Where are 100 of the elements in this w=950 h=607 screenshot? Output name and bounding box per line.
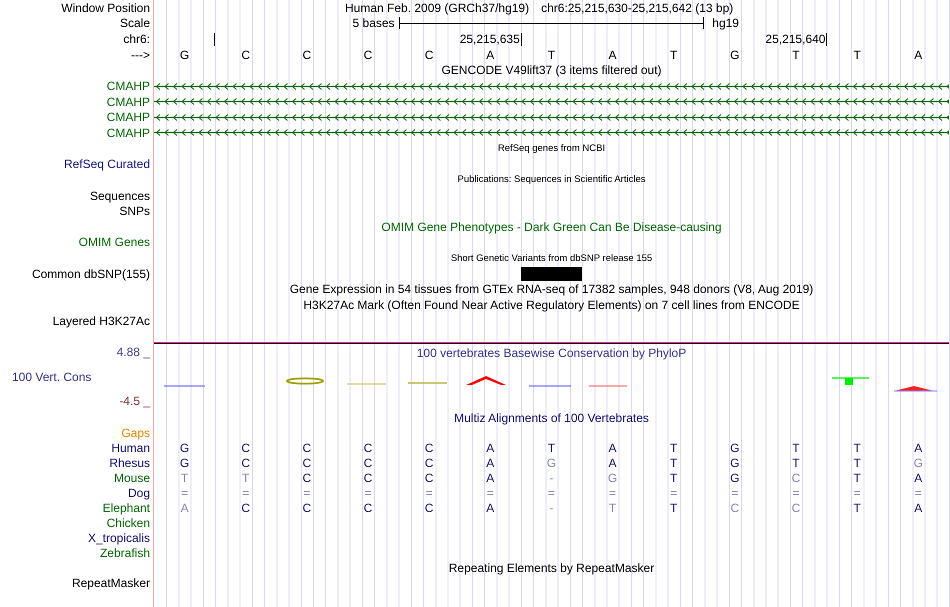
aligned-base: G [729, 470, 740, 485]
assembly-label: hg19 [711, 16, 740, 30]
track-title: GENCODE V49lift37 (3 items filtered out) [441, 63, 662, 78]
aligned-base: T [852, 470, 862, 485]
aligned-base: T [669, 440, 678, 455]
aligned-base: C [424, 440, 434, 455]
track-label: Dog [128, 486, 150, 500]
base-letter: G [729, 48, 740, 62]
track-label: Rhesus [109, 456, 150, 470]
track-title: 100 vertebrates Basewise Conservation by PhyloP [416, 346, 686, 360]
base-letter: C [302, 48, 312, 62]
tick-mark [214, 32, 216, 46]
track-label: SNPs [119, 204, 150, 218]
aligned-base: T [852, 440, 862, 455]
aligned-base: A [608, 456, 618, 470]
aligned-base: = [363, 486, 372, 500]
track-label: chr6: [123, 32, 150, 46]
aligned-base: = [180, 486, 190, 500]
aligned-base: C [424, 470, 434, 485]
aligned-base: G [912, 456, 924, 470]
aligned-base: G [546, 456, 558, 470]
coordinate-label: 25,215,635 [460, 32, 520, 46]
base-letter: T [791, 48, 801, 62]
base-letter: C [424, 48, 434, 62]
tick-mark [520, 32, 521, 46]
axis-min-label: -4.5 _ [119, 394, 150, 408]
track-label: Sequences [90, 188, 150, 202]
aligned-base: C [790, 500, 802, 515]
aligned-base: C [302, 456, 312, 470]
aligned-base: C [790, 470, 802, 485]
aligned-base: T [608, 500, 618, 515]
base-letter: A [485, 48, 496, 62]
track-title: Repeating Elements by RepeatMasker [448, 560, 654, 575]
track-label: RepeatMasker [72, 576, 150, 590]
track-label: Elephant [102, 500, 150, 515]
scale-text: 5 bases [352, 16, 396, 30]
track-label: Mouse [114, 470, 150, 485]
aligned-base: T [180, 470, 190, 485]
aligned-base: C [302, 440, 312, 455]
aligned-base: C [362, 456, 374, 470]
track-label: CMAHP [106, 110, 150, 124]
track-label: Chicken [106, 516, 150, 530]
aligned-base: = [730, 486, 740, 500]
aligned-base: G [729, 456, 740, 470]
aligned-base: T [791, 440, 801, 455]
track-title: Publications: Sequences in Scientific Articles [458, 174, 646, 186]
aligned-base: C [240, 500, 252, 515]
aligned-base: = [914, 486, 923, 500]
track-label: ---> [131, 48, 150, 62]
base-letter: T [852, 48, 862, 62]
aligned-base: A [485, 456, 496, 470]
position-range: chr6:25,215,630-25,215,642 (13 bp) [541, 0, 734, 15]
aligned-base: G [606, 470, 618, 485]
aligned-base: A [913, 470, 924, 485]
track-label: Human [111, 440, 150, 455]
aligned-base: A [913, 500, 924, 515]
track-label: CMAHP [106, 94, 150, 109]
tick-mark [826, 32, 827, 46]
aligned-base: C [424, 456, 434, 470]
aligned-base: T [852, 500, 862, 515]
base-letter: A [913, 48, 924, 62]
aligned-base: T [669, 470, 678, 485]
track-label: Window Position [61, 0, 150, 15]
track-label: Scale [120, 16, 150, 30]
track-title: OMIM Gene Phenotypes - Dark Green Can Be Disease-causing [381, 220, 722, 234]
track-label: Zebrafish [100, 546, 150, 560]
track-label: RefSeq Curated [64, 157, 150, 172]
aligned-base: T [669, 456, 678, 470]
variant-block [520, 266, 582, 281]
aligned-base: = [241, 486, 250, 500]
base-letter: C [362, 48, 374, 62]
aligned-base: C [240, 440, 252, 455]
base-letter: G [178, 48, 190, 62]
aligned-base: T [546, 440, 556, 455]
track-label: Gaps [121, 426, 150, 440]
aligned-base: C [362, 500, 374, 515]
aligned-base: C [240, 456, 252, 470]
aligned-base: = [546, 486, 556, 500]
track-title: Multiz Alignments of 100 Vertebrates [454, 410, 649, 425]
aligned-base: C [362, 440, 374, 455]
axis-max-label: 4.88 _ [116, 345, 150, 360]
aligned-base: A [913, 440, 924, 455]
base-letter: T [546, 48, 556, 62]
aligned-base: C [302, 470, 312, 485]
aligned-base: - [548, 500, 554, 515]
aligned-base: = [486, 486, 495, 500]
aligned-base: A [485, 500, 496, 515]
base-letter: C [240, 48, 252, 62]
aligned-base: A [608, 440, 618, 455]
aligned-base: T [241, 470, 250, 485]
track-label: CMAHP [106, 79, 150, 94]
aligned-base: A [485, 440, 496, 455]
aligned-base: - [548, 470, 554, 485]
track-title: H3K27Ac Mark (Often Found Near Active Regulatory Elements) on 7 cell lines from ENCODE [303, 298, 800, 312]
base-letter: A [608, 48, 618, 62]
aligned-base: C [302, 500, 312, 515]
aligned-base: = [791, 486, 800, 500]
aligned-base: C [424, 500, 434, 515]
aligned-base: A [180, 500, 190, 515]
aligned-base: T [791, 456, 801, 470]
